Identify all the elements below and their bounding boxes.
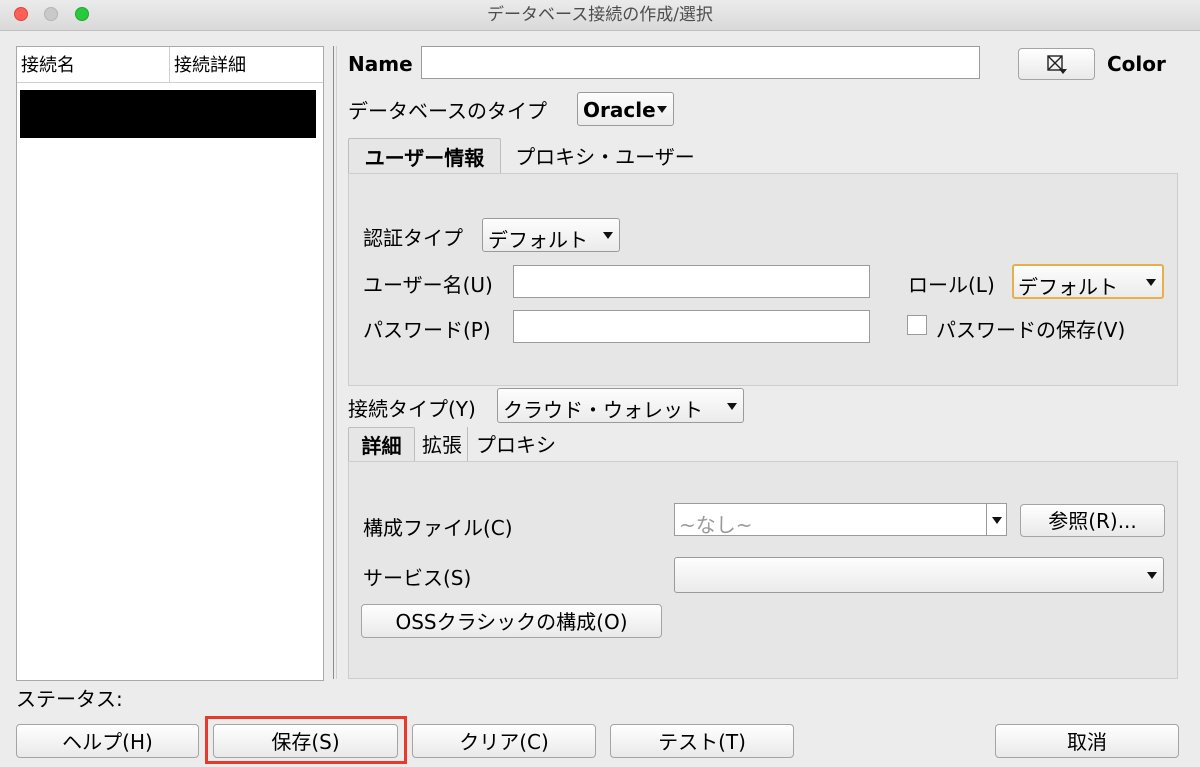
chevron-down-icon (657, 106, 667, 113)
save-password-checkbox[interactable] (907, 315, 927, 335)
color-picker-button[interactable] (1018, 48, 1095, 80)
save-password-label[interactable]: パスワードの保存(V) (936, 314, 1125, 343)
config-file-combo[interactable]: ~なし~ (674, 503, 987, 537)
connection-list-header: 接続名 接続詳細 (17, 47, 323, 83)
tab-user-info[interactable]: ユーザー情報 (348, 138, 501, 174)
role-select[interactable]: デフォルト (1012, 264, 1164, 299)
test-button[interactable]: テスト(T) (610, 724, 794, 758)
help-button[interactable]: ヘルプ(H) (16, 724, 199, 758)
tab-proxy-user[interactable]: プロキシ・ユーザー (505, 138, 705, 174)
split-pane-divider-shadow (336, 46, 337, 679)
connection-type-value: クラウド・ウォレット (503, 398, 703, 422)
connection-type-label: 接続タイプ(Y) (348, 397, 476, 421)
chevron-down-icon (1147, 572, 1157, 579)
split-pane-divider[interactable] (333, 46, 334, 679)
chevron-down-icon (603, 232, 613, 239)
database-type-value: Oracle (583, 98, 656, 122)
connection-list[interactable]: 接続名 接続詳細 (16, 46, 324, 681)
name-label: Name (348, 52, 413, 76)
save-button[interactable]: 保存(S) (213, 724, 398, 758)
column-header-connection-details[interactable]: 接続詳細 (170, 47, 319, 82)
service-label: サービス(S) (363, 566, 472, 590)
chevron-down-icon (727, 402, 737, 410)
username-label: ユーザー名(U) (363, 273, 493, 297)
oss-classic-config-button[interactable]: OSSクラシックの構成(O) (361, 604, 662, 638)
role-value: デフォルト (1018, 275, 1118, 299)
color-label: Color (1107, 52, 1166, 76)
tab-advanced[interactable]: 拡張 (417, 427, 468, 462)
name-input[interactable] (421, 46, 980, 79)
window-title: データベース接続の作成/選択 (487, 5, 713, 25)
database-type-select[interactable]: Oracle (577, 92, 674, 126)
redacted-connection-row[interactable] (20, 90, 316, 138)
config-file-dropdown-button[interactable] (986, 503, 1007, 536)
title-bar: データベース接続の作成/選択 (0, 0, 1200, 31)
browse-button[interactable]: 参照(R)... (1020, 504, 1165, 537)
chevron-down-icon (1146, 278, 1156, 286)
password-input[interactable] (513, 310, 870, 343)
config-file-label: 構成ファイル(C) (363, 516, 513, 540)
username-input[interactable] (513, 265, 870, 298)
database-type-label: データベースのタイプ (348, 99, 547, 123)
cancel-button[interactable]: 取消 (995, 724, 1179, 758)
role-label: ロール(L) (908, 273, 995, 297)
auth-type-value: デフォルト (488, 228, 588, 252)
tab-proxy[interactable]: プロキシ (470, 427, 562, 462)
chevron-down-icon (992, 517, 1002, 524)
connection-type-select[interactable]: クラウド・ウォレット (497, 388, 744, 423)
auth-type-label: 認証タイプ (363, 226, 463, 250)
auth-type-select[interactable]: デフォルト (482, 218, 620, 252)
config-file-value: ~なし~ (679, 513, 753, 537)
status-label: ステータス: (16, 687, 123, 711)
color-picker-icon (1046, 55, 1067, 74)
clear-button[interactable]: クリア(C) (412, 724, 596, 758)
column-header-connection-name[interactable]: 接続名 (17, 47, 170, 82)
tab-details[interactable]: 詳細 (348, 427, 415, 462)
service-select[interactable] (674, 557, 1164, 593)
password-label: パスワード(P) (363, 318, 491, 342)
